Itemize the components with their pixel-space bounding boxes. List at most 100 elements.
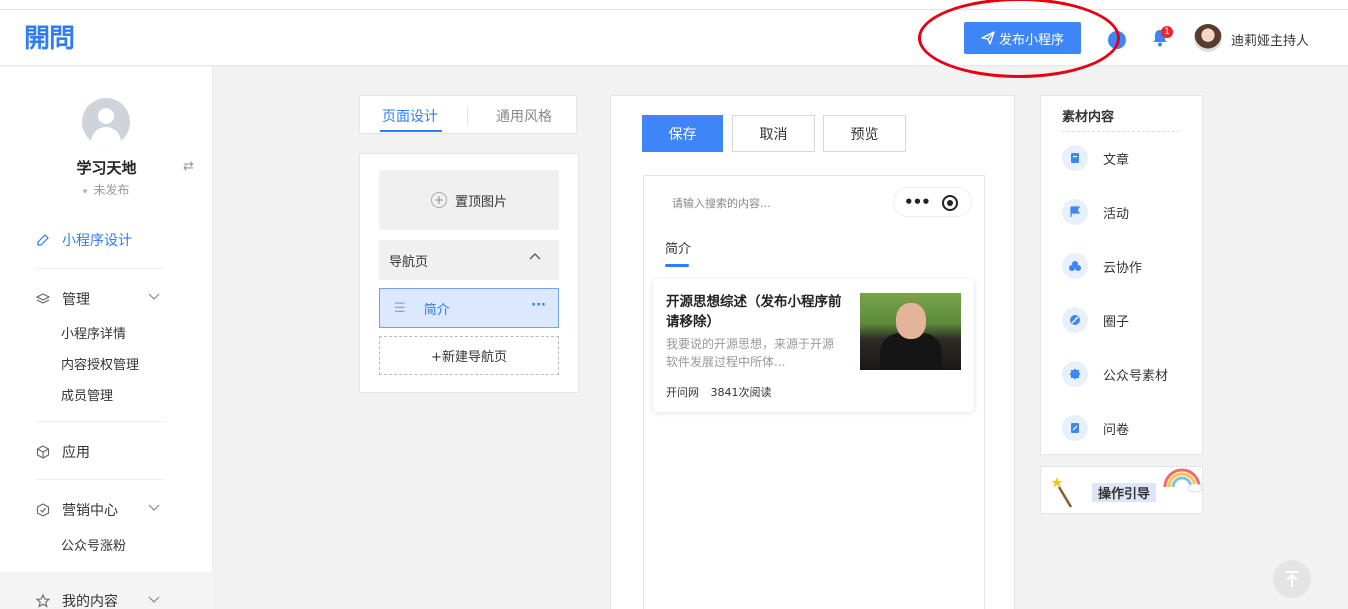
more-icon[interactable]: ••• xyxy=(904,193,931,211)
new-nav-page-button[interactable]: +新建导航页 xyxy=(379,336,559,375)
arrow-up-icon xyxy=(1286,571,1298,587)
sidebar-item-label: 营销中心 xyxy=(62,503,118,519)
shield-icon xyxy=(36,503,50,517)
divider xyxy=(36,268,165,269)
tab-page-design[interactable]: 页面设计 xyxy=(382,106,438,126)
tab-active-indicator xyxy=(380,130,442,132)
article-thumbnail xyxy=(860,293,961,370)
material-title: 素材内容 xyxy=(1062,110,1115,125)
material-item-circle[interactable]: 圈子 xyxy=(1062,307,1129,333)
chevron-down-icon[interactable] xyxy=(148,504,160,512)
wechat-material-icon xyxy=(1062,361,1088,387)
sidebar-item-my-content[interactable]: 我的内容 xyxy=(36,591,118,609)
magic-wand-icon xyxy=(1051,477,1073,508)
help-icon[interactable] xyxy=(1108,31,1126,49)
chevron-up-icon[interactable] xyxy=(529,252,541,260)
divider xyxy=(36,421,165,422)
nav-section-header[interactable]: 导航页 xyxy=(379,240,559,280)
material-label: 文章 xyxy=(1103,152,1130,168)
flag-icon xyxy=(1062,199,1088,225)
save-button[interactable]: 保存 xyxy=(642,115,723,152)
top-header: 開問 发布小程序 1 迪莉娅主持人 xyxy=(0,10,1348,66)
top-strip xyxy=(0,0,1348,10)
plus-icon: + xyxy=(430,192,447,208)
material-label: 圈子 xyxy=(1103,314,1130,330)
material-label: 问卷 xyxy=(1103,422,1130,438)
tab-separator xyxy=(467,106,468,126)
logo[interactable]: 開問 xyxy=(24,18,75,55)
tab-general-style[interactable]: 通用风格 xyxy=(496,106,552,126)
article-card[interactable]: 开源思想综述（发布小程序前请移除） 我要说的开源思想，来源于开源软件发展过程中所… xyxy=(653,279,974,412)
miniprogram-capsule: ••• xyxy=(893,187,972,217)
article-reads: 3841次阅读 xyxy=(710,386,772,399)
sidebar-item-label: 管理 xyxy=(62,292,90,308)
edit-icon xyxy=(36,233,50,247)
publish-label: 发布小程序 xyxy=(998,32,1064,48)
sidebar-subitem-members[interactable]: 成员管理 xyxy=(61,385,113,404)
guide-label: 操作引导 xyxy=(1092,483,1157,502)
article-meta: 开问网 3841次阅读 xyxy=(666,384,772,400)
cover-image-button[interactable]: + 置顶图片 xyxy=(379,170,559,230)
notification-badge: 1 xyxy=(1161,26,1173,38)
sidebar-item-manage[interactable]: 管理 xyxy=(36,289,90,309)
sidebar-subitem-details[interactable]: 小程序详情 xyxy=(61,323,126,342)
send-icon xyxy=(981,31,995,45)
material-item-activity[interactable]: 活动 xyxy=(1062,199,1129,225)
sidebar: 学习天地 ⇄ 未发布 小程序设计 管理 小程序详情 内容授权管理 成员管理 应用… xyxy=(0,67,213,609)
article-source: 开问网 xyxy=(666,386,699,399)
divider xyxy=(1062,131,1180,132)
status-dot xyxy=(83,188,88,193)
chevron-down-icon[interactable] xyxy=(148,293,160,301)
article-icon xyxy=(1062,145,1088,171)
material-item-cloud-collab[interactable]: 云协作 xyxy=(1062,253,1142,279)
sidebar-item-label: 小程序设计 xyxy=(62,233,132,249)
nav-item[interactable]: ☰ 简介 ··· xyxy=(379,288,559,328)
app-name: 学习天地 xyxy=(76,159,137,177)
cloud-collab-icon xyxy=(1062,253,1088,279)
cover-image-label: 置顶图片 xyxy=(454,194,507,210)
chevron-down-icon[interactable] xyxy=(148,596,160,604)
publish-miniprogram-button[interactable]: 发布小程序 xyxy=(964,22,1081,54)
divider xyxy=(36,479,165,480)
material-label: 公众号素材 xyxy=(1103,368,1169,384)
more-icon[interactable]: ··· xyxy=(531,298,546,313)
tab-intro[interactable]: 简介 xyxy=(665,238,691,257)
back-to-top-button[interactable] xyxy=(1273,560,1311,598)
switch-icon[interactable]: ⇄ xyxy=(183,159,194,174)
drag-handle-icon[interactable]: ☰ xyxy=(394,301,406,316)
material-item-article[interactable]: 文章 xyxy=(1062,145,1129,171)
search-input[interactable]: 请输入搜索的内容... xyxy=(672,195,771,211)
sidebar-item-label: 我的内容 xyxy=(62,594,118,609)
material-item-survey[interactable]: 问卷 xyxy=(1062,415,1129,441)
circle-icon xyxy=(1062,307,1088,333)
sidebar-subitem-content-auth[interactable]: 内容授权管理 xyxy=(61,354,139,373)
material-label: 云协作 xyxy=(1103,260,1143,276)
nav-item-label: 简介 xyxy=(423,302,450,318)
sidebar-item-label: 应用 xyxy=(62,445,90,461)
material-panel: 素材内容 文章 活动 云协作 圈子 公众号素材 问卷 xyxy=(1040,95,1203,455)
editor-tabs: 页面设计 通用风格 xyxy=(359,95,577,134)
publish-status: 未发布 xyxy=(0,181,213,198)
page-structure-panel: + 置顶图片 导航页 ☰ 简介 ··· +新建导航页 xyxy=(359,153,579,393)
star-icon xyxy=(36,594,50,608)
sidebar-item-design[interactable]: 小程序设计 xyxy=(36,230,132,250)
nav-section-label: 导航页 xyxy=(389,254,429,270)
article-excerpt: 我要说的开源思想，来源于开源软件发展过程中所体... xyxy=(666,337,835,369)
preview-button[interactable]: 预览 xyxy=(823,115,906,152)
cancel-button[interactable]: 取消 xyxy=(732,115,815,152)
survey-icon xyxy=(1062,415,1088,441)
rainbow-icon xyxy=(1163,468,1203,493)
material-item-wechat[interactable]: 公众号素材 xyxy=(1062,361,1168,387)
sidebar-subitem-wechat-fans[interactable]: 公众号涨粉 xyxy=(61,535,126,554)
phone-preview: 请输入搜索的内容... ••• 简介 开源思想综述（发布小程序前请移除） 我要说… xyxy=(643,175,985,609)
user-avatar[interactable] xyxy=(1194,24,1222,52)
material-label: 活动 xyxy=(1103,206,1130,222)
app-avatar xyxy=(82,98,130,146)
close-target-icon[interactable] xyxy=(942,195,958,211)
article-title: 开源思想综述（发布小程序前请移除） xyxy=(666,294,842,330)
sidebar-item-marketing[interactable]: 营销中心 xyxy=(36,500,118,520)
operation-guide-banner[interactable]: 操作引导 xyxy=(1040,466,1203,514)
user-name[interactable]: 迪莉娅主持人 xyxy=(1231,30,1309,49)
sidebar-item-apps[interactable]: 应用 xyxy=(36,442,90,462)
layers-icon xyxy=(36,292,50,306)
